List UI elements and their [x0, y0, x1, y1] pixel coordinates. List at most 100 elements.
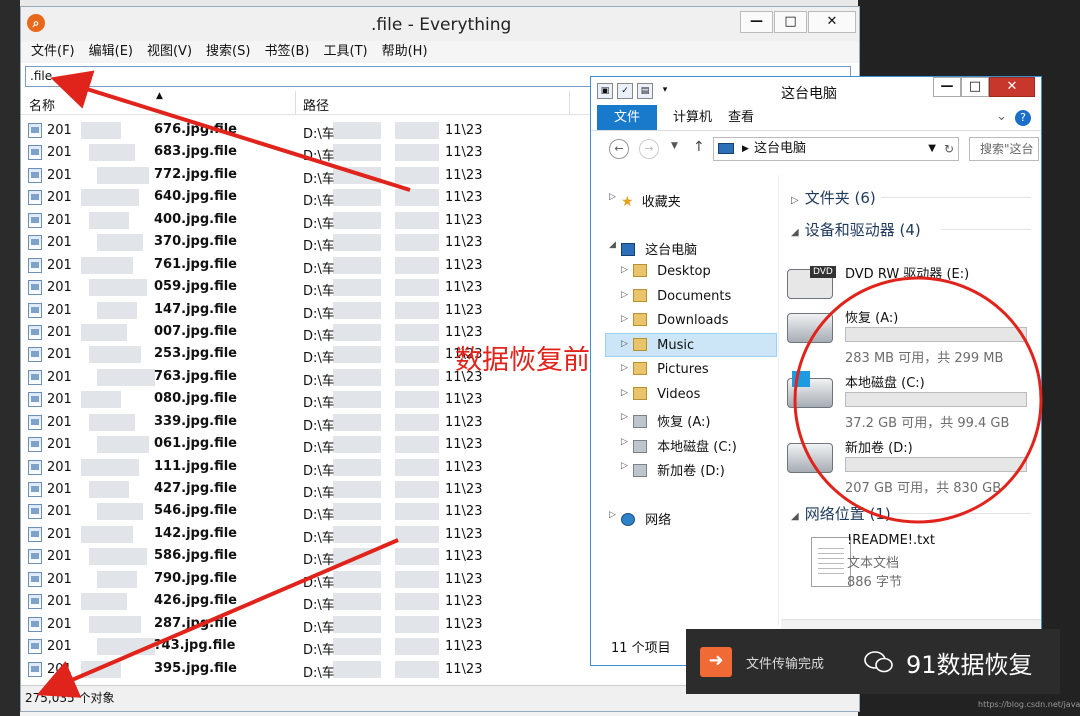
group-folders[interactable]: ▷ 文件夹 (6) [791, 187, 876, 208]
menu-help[interactable]: 帮助(H) [382, 41, 428, 63]
tree-item-drive-a[interactable]: ▷ 恢复 (A:) [621, 411, 710, 430]
new-folder-icon[interactable]: ▤ [637, 83, 653, 99]
window-title: .file - Everything [371, 15, 512, 35]
maximize-button[interactable]: □ [961, 77, 989, 97]
brand-label: 91数据恢复 [906, 651, 1033, 679]
redacted-region [333, 122, 381, 139]
tree-item-downloads[interactable]: ▷ Downloads [621, 313, 729, 328]
menu-search[interactable]: 搜索(S) [206, 41, 250, 63]
file-name-prefix: 201 [47, 123, 72, 138]
tab-view[interactable]: 查看 [728, 105, 754, 130]
expand-ribbon-icon[interactable]: ⌄ [996, 109, 1007, 124]
file-name: 761.jpg.file [154, 256, 237, 272]
navigation-bar: ← → ▼ ↑ ▶ 这台电脑 ▼ ↻ 搜索"这台 [591, 131, 1041, 167]
file-name-prefix: 201 [47, 302, 72, 318]
chevron-down-icon[interactable]: ▼ [928, 138, 936, 160]
file-name: 683.jpg.file [154, 144, 237, 160]
image-file-icon [28, 123, 42, 138]
close-button[interactable]: ✕ [989, 77, 1035, 97]
file-path-end: 11\23 [445, 482, 483, 497]
redacted-region [333, 593, 381, 611]
search-input[interactable]: 搜索"这台 [969, 137, 1039, 161]
menu-tools[interactable]: 工具(T) [324, 41, 368, 63]
file-name-prefix: 201 [47, 347, 72, 363]
minimize-button[interactable]: — [933, 77, 961, 97]
image-file-icon [28, 167, 42, 183]
help-icon[interactable]: ? [1015, 110, 1031, 126]
recent-dropdown-icon[interactable]: ▼ [671, 141, 678, 151]
file-path-end: 11\23 [445, 549, 483, 565]
expand-icon[interactable]: ▷ [621, 290, 628, 300]
file-name-prefix: 201 [47, 212, 72, 228]
image-file-icon [28, 280, 42, 296]
tree-item-favorites[interactable]: ▷ ★ 收藏夹 [609, 191, 681, 210]
everything-titlebar[interactable]: ⌕ .file - Everything — □ ✕ [21, 7, 859, 41]
expand-icon[interactable]: ▷ [621, 314, 628, 324]
collapse-icon[interactable]: ◢ [791, 227, 799, 238]
tree-item-this-pc[interactable]: ◢ 这台电脑 [609, 239, 697, 258]
image-file-icon [28, 392, 42, 408]
explorer-titlebar[interactable]: ▣ ✓ ▤ ▾ 这台电脑 — □ ✕ [591, 77, 1041, 105]
file-name: 772.jpg.file [154, 166, 237, 182]
tree-item-desktop[interactable]: ▷ Desktop [621, 264, 711, 279]
computer-icon[interactable]: ▣ [597, 83, 613, 99]
breadcrumb-chevron-icon[interactable]: ▶ [742, 138, 749, 160]
back-icon[interactable]: ← [609, 139, 629, 159]
group-devices[interactable]: ◢ 设备和驱动器 (4) [791, 219, 921, 240]
tab-computer[interactable]: 计算机 [673, 105, 712, 130]
expand-icon[interactable]: ▷ [621, 265, 628, 275]
group-network-locations[interactable]: ◢ 网络位置 (1) [791, 503, 891, 524]
redacted-region [333, 458, 381, 476]
column-path[interactable]: 路径 [303, 95, 329, 114]
file-name: 586.jpg.file [154, 548, 237, 564]
expand-icon[interactable]: ▷ [621, 388, 628, 398]
tree-item-documents[interactable]: ▷ Documents [621, 289, 731, 304]
file-path-start: D:\车 [303, 620, 335, 636]
dropdown-icon[interactable]: ▾ [657, 83, 673, 99]
menu-bookmarks[interactable]: 书签(B) [264, 41, 309, 63]
file-name: 142.jpg.file [154, 525, 237, 541]
column-divider[interactable] [295, 91, 296, 115]
tree-item-videos[interactable]: ▷ Videos [621, 387, 700, 402]
maximize-button[interactable]: □ [774, 11, 807, 33]
drive-icon [633, 415, 647, 428]
tab-file[interactable]: 文件 [597, 105, 657, 130]
expand-icon[interactable]: ▷ [621, 437, 628, 447]
menu-edit[interactable]: 编辑(E) [89, 41, 133, 63]
tree-item-network[interactable]: ▷ 网络 [609, 509, 671, 528]
file-name-prefix: 201 [47, 414, 72, 430]
expand-icon[interactable]: ▷ [621, 461, 628, 471]
minimize-button[interactable]: — [740, 11, 773, 33]
notification-toast[interactable]: ➜ 文件传输完成 91数据恢复 [686, 629, 1060, 694]
column-name[interactable]: 名称 [29, 95, 55, 114]
forward-icon[interactable]: → [639, 139, 659, 159]
tree-item-drive-c[interactable]: ▷ 本地磁盘 (C:) [621, 436, 737, 455]
image-file-icon [28, 437, 42, 453]
refresh-icon[interactable]: ↻ [944, 138, 954, 160]
tree-item-music[interactable]: ▷ Music [621, 338, 694, 353]
expand-icon[interactable]: ▷ [621, 412, 628, 422]
expand-icon[interactable]: ▷ [621, 339, 628, 349]
column-divider[interactable] [569, 91, 570, 115]
expand-icon[interactable]: ▷ [621, 363, 628, 373]
properties-icon[interactable]: ✓ [617, 83, 633, 99]
tree-item-drive-d[interactable]: ▷ 新加卷 (D:) [621, 460, 725, 479]
redacted-region [89, 548, 147, 566]
folder-icon [633, 264, 647, 277]
notification-text: 文件传输完成 [746, 657, 825, 672]
collapse-icon[interactable]: ◢ [609, 240, 616, 250]
expand-icon[interactable]: ▷ [609, 510, 616, 520]
tree-item-pictures[interactable]: ▷ Pictures [621, 362, 709, 377]
expand-icon[interactable]: ▷ [791, 195, 799, 206]
up-arrow-icon[interactable]: ↑ [693, 139, 705, 155]
file-name: !README!.txt [847, 533, 936, 548]
address-bar[interactable]: ▶ 这台电脑 ▼ ↻ [713, 137, 959, 161]
menu-view[interactable]: 视图(V) [147, 41, 192, 63]
close-button[interactable]: ✕ [808, 11, 856, 33]
menu-file[interactable]: 文件(F) [31, 41, 75, 63]
collapse-icon[interactable]: ◢ [791, 511, 799, 522]
breadcrumb[interactable]: 这台电脑 [754, 141, 806, 156]
file-name: 287.jpg.file [154, 615, 237, 631]
file-path-start: D:\车 [303, 530, 335, 546]
expand-icon[interactable]: ▷ [609, 192, 616, 202]
